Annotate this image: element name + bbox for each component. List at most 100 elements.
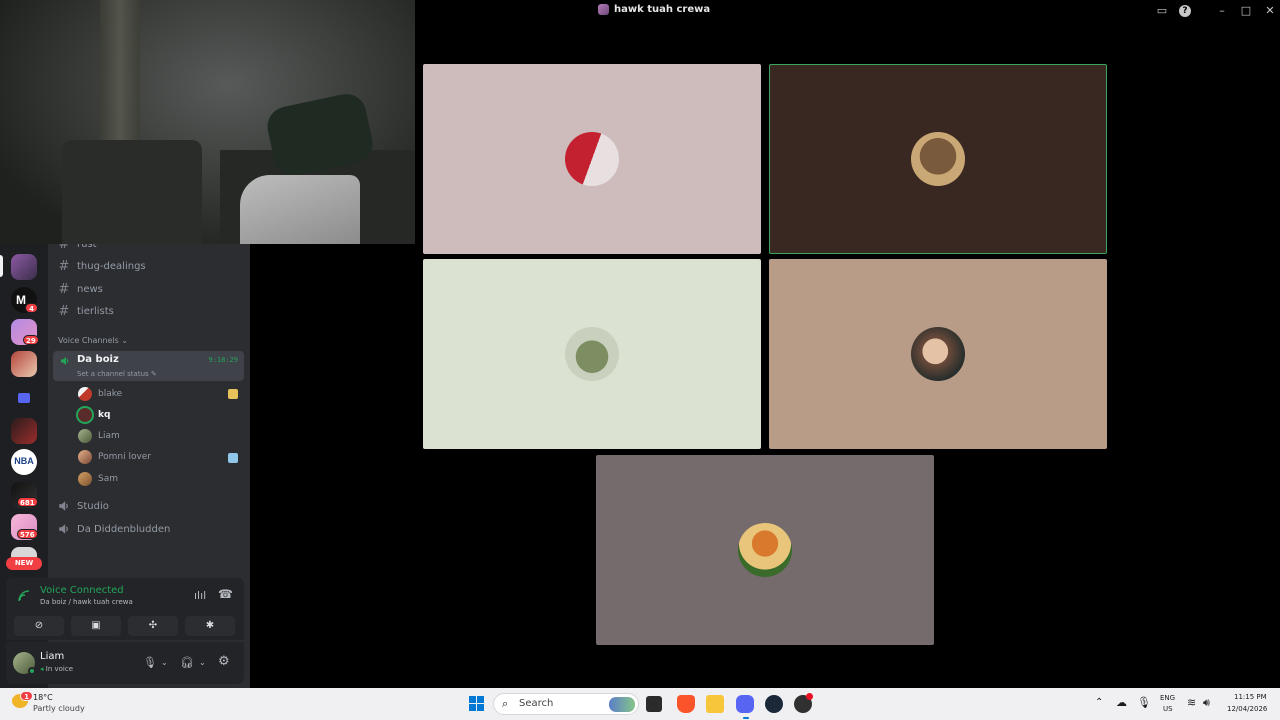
- voice-member[interactable]: kq: [78, 407, 110, 423]
- server-icon[interactable]: NBA: [11, 449, 37, 475]
- server-icon[interactable]: [11, 418, 37, 444]
- weather-desc[interactable]: Partly cloudy: [33, 704, 85, 713]
- voice-channel-name: Da boiz: [77, 354, 119, 365]
- camera-scene: [62, 140, 202, 244]
- channel-label: tierlists: [77, 305, 114, 317]
- speaker-icon: [59, 501, 68, 511]
- inbox-icon[interactable]: ▭: [1155, 4, 1169, 18]
- volume-icon[interactable]: 🔊︎: [1203, 696, 1210, 710]
- speaker-icon: [59, 524, 68, 534]
- video-tile-speaking[interactable]: [769, 64, 1107, 254]
- channel-status-hint[interactable]: Set a channel status ✎: [77, 370, 157, 378]
- voice-timer: 9:18:29: [208, 356, 238, 364]
- speaker-icon: ◂: [40, 665, 44, 673]
- member-name: Liam: [98, 431, 120, 441]
- taskbar-search[interactable]: ⌕ Search: [493, 693, 639, 715]
- video-tile[interactable]: [769, 259, 1107, 449]
- screen-share-button[interactable]: ▣: [71, 616, 121, 636]
- camera-preview[interactable]: [0, 0, 415, 244]
- window-title-text: hawk tuah crewa: [614, 4, 711, 15]
- avatar: [78, 387, 92, 401]
- hash-icon: #: [58, 303, 70, 319]
- speaker-icon: [61, 357, 69, 365]
- gear-icon[interactable]: ⚙: [218, 654, 230, 669]
- search-icon: ⌕: [502, 697, 509, 710]
- maximize-button[interactable]: □: [1239, 4, 1253, 18]
- voice-channel-da-boiz[interactable]: Da boiz 9:18:29 Set a channel status ✎: [53, 351, 244, 381]
- clock-date[interactable]: 12/04/2026: [1227, 705, 1267, 713]
- disconnect-icon[interactable]: ☎: [218, 587, 233, 601]
- camera-scene: [240, 175, 360, 244]
- file-explorer-icon[interactable]: [706, 695, 724, 713]
- video-tile[interactable]: [423, 64, 761, 254]
- close-button[interactable]: ✕: [1263, 4, 1277, 18]
- channel-tierlists[interactable]: # tierlists: [58, 301, 114, 321]
- voice-status[interactable]: Voice Connected: [40, 585, 124, 596]
- avatar: [78, 450, 92, 464]
- voice-member[interactable]: Sam: [78, 471, 118, 487]
- hash-icon: #: [58, 281, 70, 297]
- window-titlebar: hawk tuah crewa ▭ ? – □ ✕: [415, 0, 1280, 22]
- server-icon[interactable]: [11, 547, 37, 557]
- weather-temp[interactable]: 18°C: [33, 693, 53, 702]
- microphone-tray-icon[interactable]: 🎙︎: [1137, 696, 1151, 709]
- activities-button[interactable]: ✣: [128, 616, 178, 636]
- chevron-up-icon[interactable]: ⌃: [1095, 697, 1103, 708]
- channel-thug-dealings[interactable]: # thug-dealings: [58, 256, 146, 276]
- notification-dot: [806, 693, 813, 700]
- avatar: [78, 429, 92, 443]
- steam-icon[interactable]: [765, 695, 783, 713]
- camera-off-icon: ⊘: [34, 620, 44, 631]
- brave-browser-icon[interactable]: [677, 695, 695, 713]
- voice-category[interactable]: Voice Channels ⌄: [58, 336, 128, 345]
- user-name[interactable]: Liam: [40, 651, 64, 662]
- nba-logo: NBA: [14, 456, 34, 466]
- voice-member[interactable]: Liam: [78, 428, 120, 444]
- video-tile[interactable]: [596, 455, 934, 645]
- avatar: [78, 408, 92, 422]
- network-tray-icon[interactable]: ☁: [1116, 696, 1127, 709]
- server-folder[interactable]: [11, 385, 37, 411]
- language-top[interactable]: ENG: [1160, 694, 1175, 702]
- signal-icon: [18, 590, 30, 602]
- camera-button[interactable]: ⊘: [14, 616, 64, 636]
- wifi-icon[interactable]: ≋: [1187, 696, 1196, 709]
- windows-logo-icon: [469, 696, 476, 703]
- user-panel: Liam ◂ In voice 🎙︎ ⌄ 🎧︎ ⌄ ⚙: [6, 642, 244, 684]
- voice-channel-studio[interactable]: Studio: [58, 496, 109, 516]
- chevron-down-icon[interactable]: ⌄: [161, 658, 168, 667]
- weather-badge: 1: [20, 691, 33, 701]
- clock-time[interactable]: 11:15 PM: [1234, 693, 1267, 701]
- start-button[interactable]: [469, 696, 485, 712]
- voice-member[interactable]: Pomni lover: [78, 449, 151, 465]
- server-icon[interactable]: [11, 254, 37, 280]
- channel-label: thug-dealings: [77, 260, 146, 272]
- server-badge: 576: [17, 529, 38, 539]
- language-bottom[interactable]: US: [1163, 705, 1173, 713]
- soundboard-button[interactable]: ✱: [185, 616, 235, 636]
- noise-suppression-icon[interactable]: ılıl: [194, 589, 206, 602]
- server-icon[interactable]: [11, 351, 37, 377]
- user-status: ◂ In voice: [40, 665, 73, 673]
- windows-taskbar: 1 18°C Partly cloudy ⌕ Search ⌃ ☁ 🎙︎ ENG…: [0, 688, 1280, 720]
- voice-member[interactable]: blake: [78, 386, 122, 402]
- voice-channel-da-diddenbludden[interactable]: Da Diddenbludden: [58, 519, 170, 539]
- server-badge: 4: [25, 303, 38, 313]
- headphones-icon[interactable]: 🎧︎: [180, 656, 194, 669]
- avatar: [565, 132, 619, 186]
- microphone-icon[interactable]: 🎙︎: [143, 656, 157, 669]
- member-name: Sam: [98, 474, 118, 484]
- discord-app-icon[interactable]: [736, 695, 754, 713]
- minimize-button[interactable]: –: [1215, 4, 1229, 18]
- voice-location[interactable]: Da boiz / hawk tuah crewa: [40, 598, 133, 606]
- help-icon[interactable]: ?: [1179, 5, 1191, 17]
- soundboard-icon: ✱: [205, 620, 215, 631]
- new-badge[interactable]: NEW: [6, 557, 42, 570]
- server-badge: 29: [23, 335, 39, 345]
- task-view-icon[interactable]: [646, 696, 662, 712]
- chevron-down-icon[interactable]: ⌄: [199, 658, 206, 667]
- channel-label: Studio: [77, 500, 109, 512]
- search-label: Search: [519, 698, 554, 709]
- channel-news[interactable]: # news: [58, 279, 103, 299]
- video-tile[interactable]: [423, 259, 761, 449]
